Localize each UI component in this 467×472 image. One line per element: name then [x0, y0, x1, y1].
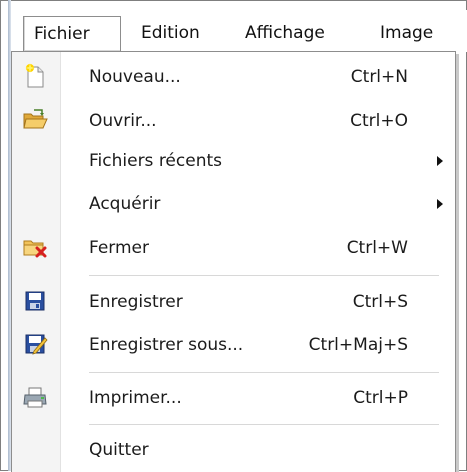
menu-item-label: Enregistrer sous... [89, 335, 244, 355]
menubar-affichage[interactable]: Affichage [245, 16, 325, 50]
menu-item-fichiers-recents[interactable]: Fichiers récents [12, 139, 455, 183]
menu-bar: Fichier Edition Affichage Image [11, 10, 467, 52]
open-folder-icon [22, 107, 48, 133]
menu-item-label: Quitter [89, 440, 149, 460]
menu-item-enregistrer-sous[interactable]: Enregistrer sous... Ctrl+Maj+S [12, 323, 455, 367]
save-as-icon [22, 331, 48, 357]
menu-item-acquerir[interactable]: Acquérir [12, 182, 455, 226]
menu-separator [89, 275, 439, 277]
submenu-arrow-icon [437, 156, 443, 166]
menu-item-label: Enregistrer [89, 292, 183, 312]
new-document-icon [22, 63, 48, 89]
print-icon [22, 384, 48, 410]
menubar-image-label: Image [380, 23, 434, 43]
menubar-affichage-label: Affichage [245, 23, 325, 43]
close-folder-icon [22, 234, 48, 260]
menu-separator [89, 424, 439, 426]
menubar-edition-label: Edition [141, 23, 200, 43]
menu-item-label: Fichiers récents [89, 151, 222, 171]
menu-item-shortcut: Ctrl+Maj+S [308, 335, 408, 355]
menu-item-label: Acquérir [89, 194, 161, 214]
menu-item-label: Imprimer... [89, 388, 182, 408]
menubar-fichier-label: Fichier [34, 24, 90, 44]
file-menu-dropdown: Nouveau... Ctrl+N Ouvrir... Ctrl+O Fichi… [11, 51, 456, 472]
menu-item-label: Ouvrir... [89, 111, 157, 131]
menubar-edition[interactable]: Edition [141, 16, 200, 50]
menu-item-label: Fermer [89, 238, 150, 258]
menubar-image[interactable]: Image [380, 16, 433, 50]
menu-item-ouvrir[interactable]: Ouvrir... Ctrl+O [12, 99, 455, 143]
submenu-arrow-icon [437, 199, 443, 209]
menu-item-enregistrer[interactable]: Enregistrer Ctrl+S [12, 280, 455, 324]
save-icon [22, 288, 48, 314]
menubar-fichier[interactable]: Fichier [23, 16, 121, 51]
menu-item-shortcut: Ctrl+S [352, 292, 408, 312]
menu-item-quitter[interactable]: Quitter [12, 428, 455, 472]
menu-item-label: Nouveau... [89, 67, 181, 87]
menu-separator [89, 372, 439, 374]
menu-item-shortcut: Ctrl+P [353, 388, 408, 408]
menu-item-shortcut: Ctrl+O [350, 111, 408, 131]
menu-item-fermer[interactable]: Fermer Ctrl+W [12, 226, 455, 270]
menu-item-shortcut: Ctrl+N [350, 67, 408, 87]
menu-item-nouveau[interactable]: Nouveau... Ctrl+N [12, 55, 455, 99]
menu-item-shortcut: Ctrl+W [346, 238, 408, 258]
menu-item-imprimer[interactable]: Imprimer... Ctrl+P [12, 376, 455, 420]
